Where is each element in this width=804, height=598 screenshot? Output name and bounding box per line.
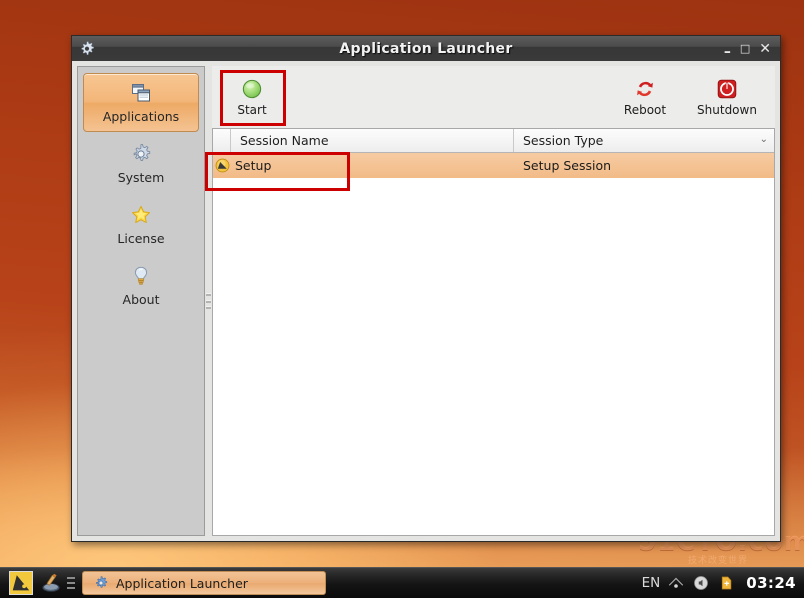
system-tray: EN 03:24 xyxy=(642,574,796,592)
row-icon-cell xyxy=(213,158,231,173)
table-header-icon-col xyxy=(213,129,231,152)
gear-icon xyxy=(96,576,108,588)
maximize-button[interactable]: □ xyxy=(740,42,750,55)
minimize-button[interactable]: – xyxy=(724,45,731,59)
application-launcher-window: Application Launcher – □ ✕ Applications … xyxy=(71,35,781,542)
screen: 51CTO.com 技术改变世界 Application Launcher – … xyxy=(0,0,804,598)
gear-icon xyxy=(81,40,94,55)
keyboard-language-indicator[interactable]: EN xyxy=(642,575,661,591)
sidebar-item-label: License xyxy=(117,231,165,246)
taskbar: Application Launcher EN 03:24 xyxy=(0,567,804,598)
sidebar-item-system[interactable]: System xyxy=(83,134,199,193)
shutdown-button[interactable]: Shutdown xyxy=(697,78,757,117)
window-controls: – □ ✕ xyxy=(724,42,771,59)
taskbar-task-label: Application Launcher xyxy=(116,575,248,591)
setup-session-icon xyxy=(215,158,229,173)
volume-icon[interactable] xyxy=(692,574,710,592)
session-table: Session Name Session Type ⌄ Setup Setup … xyxy=(212,128,775,536)
sidebar-item-license[interactable]: License xyxy=(83,195,199,254)
start-button-label: Start xyxy=(237,102,267,117)
app-launcher-icon[interactable] xyxy=(9,571,33,595)
gear-icon xyxy=(133,144,151,161)
star-icon xyxy=(132,205,150,224)
table-header-row: Session Name Session Type ⌄ xyxy=(213,129,774,153)
table-body: Setup Setup Session xyxy=(213,153,774,535)
panel-splitter[interactable] xyxy=(205,66,212,536)
sidebar-item-label: About xyxy=(122,292,160,307)
sidebar-item-applications[interactable]: Applications xyxy=(83,73,199,132)
taskbar-task-application-launcher[interactable]: Application Launcher xyxy=(82,571,326,595)
reboot-button[interactable]: Reboot xyxy=(615,78,675,117)
lightbulb-icon xyxy=(134,266,148,285)
table-header-session-type[interactable]: Session Type xyxy=(514,129,774,152)
toolbar-right-group: Reboot Shutdown xyxy=(615,78,757,117)
sidebar-item-label: System xyxy=(117,170,165,185)
windows-stack-icon xyxy=(132,84,150,102)
update-icon[interactable] xyxy=(717,574,735,592)
paint-brush-icon[interactable] xyxy=(40,572,62,594)
window-body: Applications System License About Start … xyxy=(72,61,780,541)
splitter-grip-icon xyxy=(206,293,211,309)
close-button[interactable]: ✕ xyxy=(759,42,771,56)
cell-session-type: Setup Session xyxy=(523,158,612,173)
network-icon[interactable] xyxy=(667,574,685,592)
chevron-down-icon[interactable]: ⌄ xyxy=(760,134,768,145)
toolbar: Start Reboot Shutdown xyxy=(212,66,775,128)
window-titlebar[interactable]: Application Launcher – □ ✕ xyxy=(72,36,780,62)
sidebar: Applications System License About xyxy=(77,66,205,536)
refresh-arrows-icon xyxy=(637,81,653,96)
sidebar-item-about[interactable]: About xyxy=(83,256,199,315)
sidebar-item-label: Applications xyxy=(102,109,180,124)
app-launcher-glyph-icon xyxy=(10,572,32,594)
reboot-button-label: Reboot xyxy=(623,102,667,117)
power-button-icon xyxy=(717,79,737,98)
table-header-session-name[interactable]: Session Name xyxy=(231,129,514,152)
table-row[interactable]: Setup Setup Session xyxy=(213,153,774,178)
window-title: Application Launcher xyxy=(339,40,513,57)
taskbar-clock[interactable]: 03:24 xyxy=(746,574,796,592)
cell-session-name: Setup xyxy=(235,158,272,173)
main-panel: Start Reboot Shutdown Session Name Sessi… xyxy=(212,66,775,536)
content-area: Start Reboot Shutdown Session Name Sessi… xyxy=(205,66,775,536)
green-circle-icon xyxy=(242,79,262,98)
taskbar-drag-handle[interactable] xyxy=(67,575,75,591)
shutdown-button-label: Shutdown xyxy=(697,102,757,117)
start-button[interactable]: Start xyxy=(222,78,282,117)
